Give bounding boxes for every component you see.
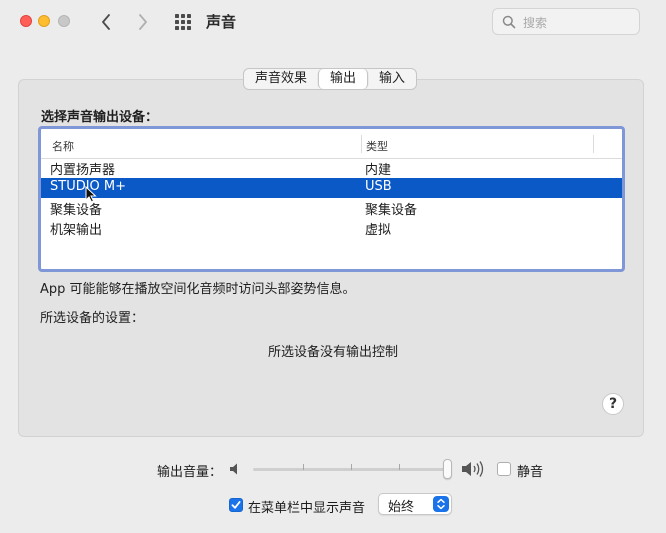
window-title: 声音	[206, 13, 237, 31]
device-type: 内建	[365, 163, 392, 178]
show-in-menubar-checkbox[interactable]	[229, 498, 243, 512]
spatial-audio-info: App 可能能够在播放空间化音频时访问头部姿势信息。	[40, 282, 356, 297]
up-down-chevron-icon	[437, 498, 445, 510]
tab-sound-effects[interactable]: 声音效果	[244, 69, 318, 89]
output-device-table[interactable]: 名称 类型 内置扬声器 内建 STUDIO M+ USB 聚集设备 聚集设备 机…	[38, 126, 625, 272]
title-bar: 声音	[0, 0, 666, 52]
back-button[interactable]	[96, 10, 116, 34]
column-divider	[593, 135, 594, 153]
minimize-window-button[interactable]	[38, 15, 50, 27]
table-header: 名称 类型	[41, 129, 622, 159]
table-row[interactable]: 内置扬声器 内建	[41, 158, 622, 178]
show-all-button[interactable]	[173, 12, 193, 32]
chevron-right-icon	[139, 14, 147, 30]
slider-tick	[303, 464, 304, 470]
table-row-selected[interactable]: STUDIO M+ USB	[41, 178, 622, 203]
speaker-low-icon	[230, 463, 237, 475]
device-name: 机架输出	[50, 223, 103, 238]
column-divider	[361, 135, 362, 153]
table-row[interactable]: 机架输出 虚拟	[41, 218, 622, 238]
tab-bar: 声音效果 输出 输入	[243, 68, 418, 90]
search-field[interactable]	[492, 8, 640, 35]
device-name: 聚集设备	[50, 203, 103, 218]
menubar-visibility-select[interactable]: 始终	[378, 493, 452, 515]
slider-tick	[399, 464, 400, 470]
device-settings-label: 所选设备的设置：	[40, 311, 145, 326]
device-type: 虚拟	[365, 223, 392, 238]
tab-input[interactable]: 输入	[368, 69, 416, 89]
mute-label: 静音	[517, 465, 544, 480]
device-name: 内置扬声器	[50, 163, 116, 178]
chevron-left-icon	[102, 14, 110, 30]
column-header-name[interactable]: 名称	[52, 138, 74, 154]
zoom-window-button[interactable]	[58, 15, 70, 27]
speaker-high-icon	[462, 461, 484, 477]
volume-slider-thumb[interactable]	[443, 459, 452, 479]
search-icon	[502, 15, 516, 29]
select-arrows	[433, 496, 449, 512]
tab-output[interactable]: 输出	[318, 69, 369, 89]
grid-icon	[175, 14, 191, 30]
mute-checkbox[interactable]	[497, 462, 511, 476]
help-button[interactable]: ?	[602, 393, 624, 415]
slider-tick	[351, 464, 352, 470]
select-value: 始终	[388, 500, 415, 515]
no-output-controls-message: 所选设备没有输出控制	[267, 345, 398, 360]
column-header-type[interactable]: 类型	[366, 138, 388, 154]
device-type: 聚集设备	[365, 203, 418, 218]
forward-button[interactable]	[133, 10, 153, 34]
search-input[interactable]	[521, 12, 635, 33]
show-in-menubar-label: 在菜单栏中显示声音	[248, 501, 366, 516]
device-type: USB	[365, 179, 392, 194]
checkmark-icon	[231, 501, 241, 509]
table-row[interactable]: 聚集设备 聚集设备	[41, 198, 622, 218]
output-device-heading: 选择声音输出设备：	[41, 110, 159, 125]
close-window-button[interactable]	[20, 15, 32, 27]
output-volume-label: 输出音量：	[157, 465, 223, 480]
